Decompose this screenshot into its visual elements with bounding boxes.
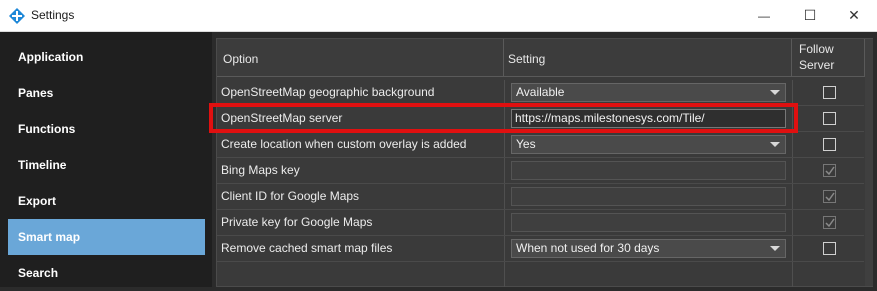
option-label: Bing Maps key bbox=[221, 163, 300, 177]
follow-server-checkbox[interactable] bbox=[823, 86, 836, 99]
close-button[interactable]: ✕ bbox=[831, 0, 877, 31]
column-header-setting[interactable]: Setting bbox=[504, 39, 792, 77]
window-title: Settings bbox=[31, 8, 75, 22]
checkmark-icon bbox=[825, 192, 835, 202]
chevron-down-icon bbox=[770, 142, 780, 147]
sidebar-item-label: Timeline bbox=[18, 158, 67, 172]
sidebar-item-label: Search bbox=[18, 266, 59, 280]
maximize-button[interactable]: ☐ bbox=[787, 0, 833, 31]
follow-server-checkbox[interactable] bbox=[823, 112, 836, 125]
follow-server-checkbox[interactable] bbox=[823, 164, 836, 177]
sidebar-item-label: Export bbox=[18, 194, 57, 208]
follow-server-checkbox[interactable] bbox=[823, 138, 836, 151]
settings-panel: Option Setting Follow Server OpenStreetM… bbox=[212, 32, 877, 287]
follow-server-checkbox[interactable] bbox=[823, 190, 836, 203]
title-bar: Settings — ☐ ✕ bbox=[0, 0, 877, 32]
sidebar-item-smart-map[interactable]: Smart map bbox=[8, 219, 205, 255]
chevron-down-icon bbox=[770, 90, 780, 95]
highlight-box bbox=[209, 103, 798, 133]
option-label: Client ID for Google Maps bbox=[221, 189, 360, 203]
column-header-label: Follow bbox=[799, 42, 834, 56]
sidebar-item-search[interactable]: Search bbox=[8, 255, 205, 291]
setting-text-field[interactable] bbox=[511, 187, 786, 206]
chevron-down-icon bbox=[770, 246, 780, 251]
option-label: Create location when custom overlay is a… bbox=[221, 137, 467, 151]
maximize-icon: ☐ bbox=[803, 7, 817, 23]
column-header-label: Setting bbox=[508, 52, 546, 66]
option-label: Remove cached smart map files bbox=[221, 241, 393, 255]
setting-dropdown[interactable]: Available bbox=[511, 83, 786, 102]
option-label: Private key for Google Maps bbox=[221, 215, 373, 229]
sidebar-item-timeline[interactable]: Timeline bbox=[8, 147, 205, 183]
table-row: Remove cached smart map files When not u… bbox=[217, 236, 864, 262]
sidebar-item-panes[interactable]: Panes bbox=[8, 75, 205, 111]
column-header-option[interactable]: Option bbox=[217, 39, 504, 77]
dropdown-value: Available bbox=[516, 85, 565, 99]
column-header-label: Option bbox=[223, 52, 259, 66]
table-row: Client ID for Google Maps bbox=[217, 184, 864, 210]
sidebar-item-label: Smart map bbox=[18, 230, 81, 244]
sidebar-item-functions[interactable]: Functions bbox=[8, 111, 205, 147]
setting-text-field[interactable] bbox=[511, 213, 786, 232]
follow-server-checkbox[interactable] bbox=[823, 242, 836, 255]
option-label: OpenStreetMap geographic background bbox=[221, 85, 435, 99]
table-row bbox=[217, 262, 864, 288]
checkmark-icon bbox=[825, 218, 835, 228]
column-header-label: Server bbox=[799, 58, 835, 72]
sidebar-item-application[interactable]: Application bbox=[8, 39, 205, 75]
dropdown-value: When not used for 30 days bbox=[516, 241, 660, 255]
table-row: Create location when custom overlay is a… bbox=[217, 132, 864, 158]
setting-dropdown[interactable]: Yes bbox=[511, 135, 786, 154]
follow-server-checkbox[interactable] bbox=[823, 216, 836, 229]
sidebar-item-label: Functions bbox=[18, 122, 76, 136]
dropdown-value: Yes bbox=[516, 137, 536, 151]
settings-grid: Option Setting Follow Server OpenStreetM… bbox=[216, 38, 873, 287]
setting-text-field[interactable] bbox=[511, 161, 786, 180]
minimize-button[interactable]: — bbox=[741, 0, 787, 31]
sidebar-item-export[interactable]: Export bbox=[8, 183, 205, 219]
table-row: Private key for Google Maps bbox=[217, 210, 864, 236]
vertical-scrollbar[interactable] bbox=[865, 39, 873, 286]
sidebar-item-label: Panes bbox=[18, 86, 54, 100]
checkmark-icon bbox=[825, 166, 835, 176]
sidebar-item-label: Application bbox=[18, 50, 84, 64]
app-logo-icon bbox=[9, 8, 25, 24]
table-row: Bing Maps key bbox=[217, 158, 864, 184]
column-header-follow-server[interactable]: Follow Server bbox=[792, 39, 865, 77]
setting-dropdown[interactable]: When not used for 30 days bbox=[511, 239, 786, 258]
settings-sidebar: Application Panes Functions Timeline Exp… bbox=[0, 32, 212, 287]
minimize-icon: — bbox=[758, 8, 770, 23]
close-icon: ✕ bbox=[848, 7, 860, 23]
